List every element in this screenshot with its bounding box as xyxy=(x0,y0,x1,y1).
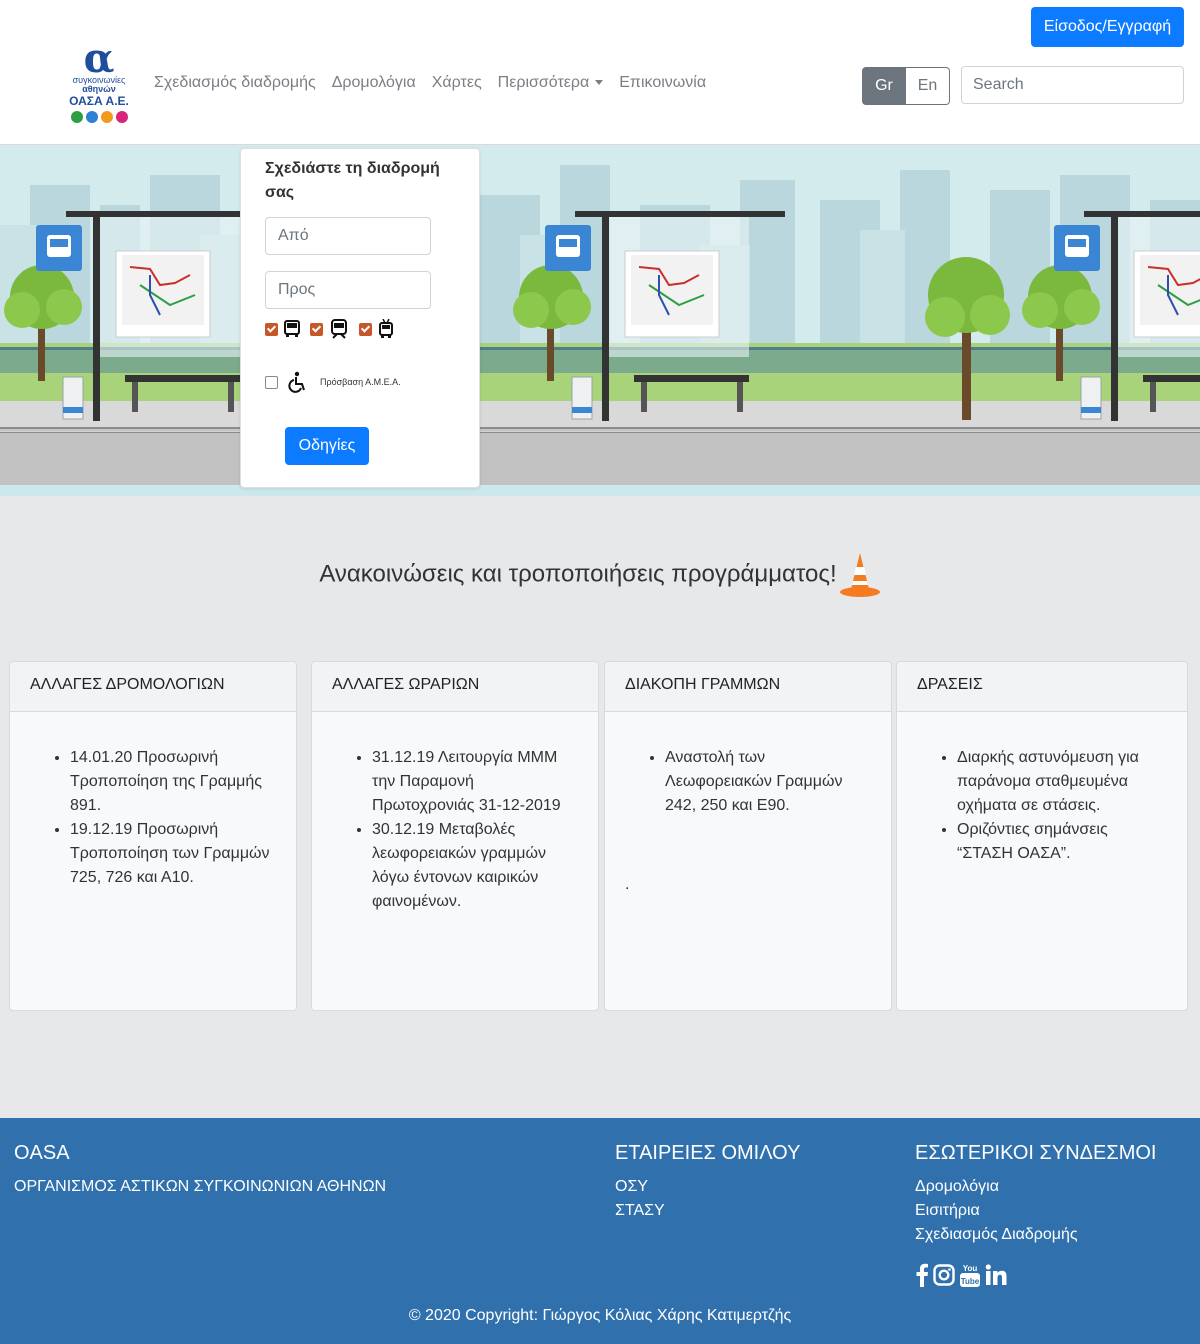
card-header: ΑΛΛΑΓΕΣ ΩΡΑΡΙΩΝ xyxy=(312,662,598,712)
language-switch: Gr En xyxy=(862,67,950,105)
site-footer: OASA ΟΡΓΑΝΙΣΜΟΣ ΑΣΤΙΚΩΝ ΣΥΓΚΟΙΝΩΝΙΩΝ ΑΘΗ… xyxy=(0,1118,1200,1344)
nav-route-planning[interactable]: Σχεδιασμός διαδρομής xyxy=(154,74,316,92)
nav-contact[interactable]: Επικοινωνία xyxy=(619,74,706,92)
footer-internal-title: ΕΣΩΤΕΡΙΚΟΙ ΣΥΝΔΕΣΜΟΙ xyxy=(915,1142,1157,1164)
accessibility-label: Πρόσβαση Α.Μ.Ε.Α. xyxy=(320,377,401,387)
trolley-checkbox[interactable] xyxy=(359,322,372,336)
footer-link-schedules[interactable]: Δρομολόγια xyxy=(915,1178,999,1196)
lang-en-button[interactable]: En xyxy=(906,67,950,105)
svg-text:You: You xyxy=(963,1264,978,1273)
logo-alpha-mark: α xyxy=(83,35,115,82)
mode-metro[interactable] xyxy=(310,319,349,339)
footer-brand-title: OASA xyxy=(14,1142,70,1164)
nav-more-dropdown[interactable]: Περισσότερα xyxy=(498,74,604,92)
logo-line-3: ΟΑΣΑ Α.Ε. xyxy=(69,94,129,108)
footer-link-route-planning[interactable]: Σχεδιασμός Διαδρομής xyxy=(915,1226,1078,1244)
search-input[interactable] xyxy=(961,66,1184,104)
caret-down-icon xyxy=(595,80,604,86)
announcement-link[interactable]: Αναστολή των Λεωφορειακών Γραμμών 242, 2… xyxy=(665,746,871,818)
bus-stop-illustration xyxy=(0,145,1200,496)
login-register-button[interactable]: Είσοδος/Εγγραφή xyxy=(1031,7,1184,47)
directions-button[interactable]: Οδηγίες xyxy=(285,427,369,465)
card-list: 14.01.20 Προσωρινή Τροποποίηση της Γραμμ… xyxy=(10,712,296,890)
footer-link-osy[interactable]: ΟΣΥ xyxy=(615,1178,648,1196)
route-planner-title: Σχεδιάστε τη διαδρομή σας xyxy=(265,160,440,201)
card-actions: ΔΡΑΣΕΙΣ Διαρκής αστυνόμευση για παράνομα… xyxy=(896,661,1188,1011)
announcement-link[interactable]: 31.12.19 Λειτουργία ΜΜΜ την Παραμονή Πρω… xyxy=(372,746,578,818)
card-list: Αναστολή των Λεωφορειακών Γραμμών 242, 2… xyxy=(605,712,891,818)
lang-gr-button[interactable]: Gr xyxy=(862,67,906,105)
logo-dot-icon xyxy=(115,111,128,123)
to-input[interactable] xyxy=(265,271,431,309)
logo-dot-icon xyxy=(70,111,83,123)
oasa-logo[interactable]: α συγκοινωνίες αθηνών ΟΑΣΑ Α.Ε. xyxy=(60,35,138,130)
announcement-link[interactable]: Οριζόντιες σημάνσεις “ΣΤΑΣΗ ΟΑΣΑ”. xyxy=(957,818,1167,866)
bus-checkbox[interactable] xyxy=(265,322,278,336)
transport-mode-filters xyxy=(265,319,394,339)
youtube-icon[interactable]: You Tube xyxy=(959,1262,981,1288)
card-line-suspension: ΔΙΑΚΟΠΗ ΓΡΑΜΜΩΝ Αναστολή των Λεωφορειακώ… xyxy=(604,661,892,1011)
logo-line-2: αθηνών xyxy=(82,84,116,94)
announcement-link[interactable]: 30.12.19 Μεταβολές λεωφορειακών γραμμών … xyxy=(372,818,578,914)
site-header: Είσοδος/Εγγραφή α συγκοινωνίες αθηνών ΟΑ… xyxy=(0,0,1200,145)
metro-checkbox[interactable] xyxy=(310,322,323,336)
footer-link-tickets[interactable]: Εισιτήρια xyxy=(915,1202,980,1220)
bus-icon xyxy=(284,320,300,337)
nav-more-label: Περισσότερα xyxy=(497,74,590,91)
announcements-title-text: Ανακοινώσεις και τροποποιήσεις προγράμμα… xyxy=(319,560,837,588)
nav-maps[interactable]: Χάρτες xyxy=(432,74,482,92)
wheelchair-icon xyxy=(286,369,312,395)
svg-text:Tube: Tube xyxy=(961,1277,980,1286)
traffic-cone-icon xyxy=(839,553,880,597)
card-list: Διαρκής αστυνόμευση για παράνομα σταθμευ… xyxy=(897,712,1187,866)
footer-brand-subtitle: ΟΡΓΑΝΙΣΜΟΣ ΑΣΤΙΚΩΝ ΣΥΓΚΟΙΝΩΝΙΩΝ ΑΘΗΝΩΝ xyxy=(14,1178,387,1195)
accessibility-checkbox[interactable] xyxy=(265,375,278,389)
card-header: ΑΛΛΑΓΕΣ ΔΡΟΜΟΛΟΓΙΩΝ xyxy=(10,662,296,712)
facebook-icon[interactable] xyxy=(915,1263,929,1287)
card-list: 31.12.19 Λειτουργία ΜΜΜ την Παραμονή Πρω… xyxy=(312,712,598,914)
announcement-link[interactable]: 14.01.20 Προσωρινή Τροποποίηση της Γραμμ… xyxy=(70,746,276,818)
nav-schedules[interactable]: Δρομολόγια xyxy=(332,74,416,92)
accessibility-option[interactable]: Πρόσβαση Α.Μ.Ε.Α. xyxy=(265,369,401,395)
announcements-title: Ανακοινώσεις και τροποποιήσεις προγράμμα… xyxy=(0,551,1200,599)
announcement-link[interactable]: Διαρκής αστυνόμευση για παράνομα σταθμευ… xyxy=(957,746,1167,818)
card-header: ΔΡΑΣΕΙΣ xyxy=(897,662,1187,712)
social-links: You Tube xyxy=(915,1262,1007,1288)
card-extra-text: . xyxy=(625,876,630,893)
mode-bus[interactable] xyxy=(265,320,300,338)
logo-dot-icon xyxy=(85,111,98,123)
card-header: ΔΙΑΚΟΠΗ ΓΡΑΜΜΩΝ xyxy=(605,662,891,712)
from-input[interactable] xyxy=(265,217,431,255)
main-nav: Σχεδιασμός διαδρομής Δρομολόγια Χάρτες Π… xyxy=(154,74,706,92)
hero-banner xyxy=(0,145,1200,496)
footer-group-title: ΕΤΑΙΡΕΙΕΣ ΟΜΙΛΟΥ xyxy=(615,1142,801,1164)
metro-icon xyxy=(331,319,347,339)
trolley-icon xyxy=(379,319,393,338)
copyright: © 2020 Copyright: Γιώργος Κόλιας Χάρης Κ… xyxy=(408,1307,792,1324)
route-planner-card: Σχεδιάστε τη διαδρομή σας Από Προς Πρόσβ… xyxy=(240,148,480,488)
footer-link-stasy[interactable]: ΣΤΑΣΥ xyxy=(615,1202,665,1220)
linkedin-icon[interactable] xyxy=(985,1264,1007,1286)
card-route-changes: ΑΛΛΑΓΕΣ ΔΡΟΜΟΛΟΓΙΩΝ 14.01.20 Προσωρινή Τ… xyxy=(9,661,297,1011)
logo-transport-dots xyxy=(60,111,138,123)
announcement-link[interactable]: 19.12.19 Προσωρινή Τροποποίηση των Γραμμ… xyxy=(70,818,276,890)
instagram-icon[interactable] xyxy=(933,1264,955,1286)
mode-trolley[interactable] xyxy=(359,319,394,339)
logo-dot-icon xyxy=(100,111,113,123)
card-schedule-changes: ΑΛΛΑΓΕΣ ΩΡΑΡΙΩΝ 31.12.19 Λειτουργία ΜΜΜ … xyxy=(311,661,599,1011)
